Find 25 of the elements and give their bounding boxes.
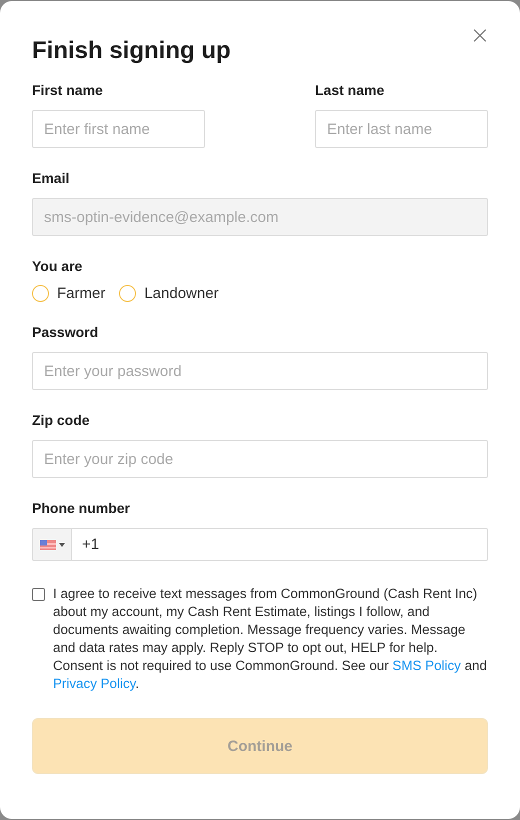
field-label: Last name <box>315 82 386 98</box>
input-field[interactable]: Enter your password <box>32 352 488 390</box>
field-label: Phone number <box>32 500 132 516</box>
input-field[interactable]: Enter your zip code <box>32 440 488 478</box>
field-label: Zip code <box>32 412 91 428</box>
input-field[interactable]: Enter last name <box>315 110 488 148</box>
radio-button[interactable] <box>119 285 136 302</box>
radio-label: Landowner <box>144 285 219 302</box>
field-label: First name <box>32 82 104 98</box>
field-label: Email <box>32 170 70 186</box>
radio-button[interactable] <box>32 285 49 302</box>
field-label: Password <box>32 324 100 340</box>
policy-link[interactable]: SMS Policy <box>392 658 461 673</box>
country-select[interactable] <box>32 528 72 561</box>
policy-link[interactable]: Privacy Policy <box>53 676 136 691</box>
caret-icon <box>58 542 64 546</box>
flag-icon <box>40 540 56 550</box>
close-button[interactable]: × <box>470 23 490 47</box>
input-field[interactable]: Enter first name <box>32 110 205 148</box>
radio-label: Farmer <box>57 285 106 302</box>
consent-text: I agree to receive text messages from CommonGround (Cash Rent Inc) about my account, my Cash Rent Estimate, listings I follow, and documents awaiting completion. Message frequency varies. Message and data rates may apply. Reply STOP to opt out, HELP for help. Consent is not required to use CommonGround. See our SMS Policy and Privacy Policy. <box>53 585 488 693</box>
phone-input[interactable]: +1 <box>72 528 488 561</box>
field-label: You are <box>32 258 84 274</box>
consent-checkbox[interactable] <box>32 588 45 601</box>
dialog-title: Finish signing up <box>32 37 231 65</box>
